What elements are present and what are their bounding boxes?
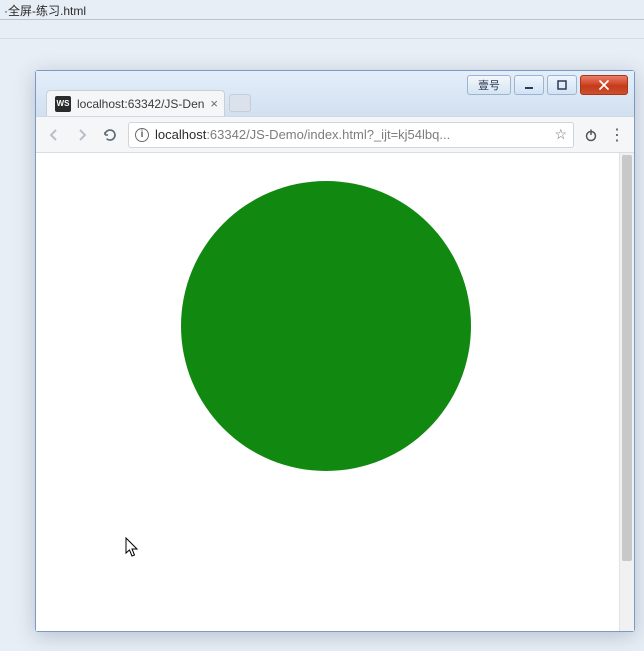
browser-viewport [36,153,634,631]
tab-title: localhost:63342/JS-Den [77,97,204,111]
maximize-button[interactable] [547,75,577,95]
titlebar-extra-button[interactable]: 壹号 [467,75,511,95]
address-bar[interactable]: i localhost:63342/JS-Demo/index.html?_ij… [128,122,574,148]
window-controls: 壹号 [467,75,628,95]
url-host: localhost [155,127,206,142]
bookmark-star-icon[interactable]: ☆ [554,126,567,143]
tab-strip: WS localhost:63342/JS-Den × [46,90,251,116]
desktop-file-label: ·全屏-练习.html [0,2,90,19]
maximize-icon [557,80,567,90]
browser-toolbar: i localhost:63342/JS-Demo/index.html?_ij… [36,117,634,153]
close-icon [598,80,610,90]
page-content [36,153,619,631]
browser-menu-button[interactable]: ⋮ [608,126,626,144]
green-circle [181,181,471,471]
close-button[interactable] [580,75,628,95]
browser-tab[interactable]: WS localhost:63342/JS-Den × [46,90,225,116]
ublock-power-icon[interactable] [582,126,600,144]
url-text: localhost:63342/JS-Demo/index.html?_ijt=… [155,127,548,142]
reload-button[interactable] [100,125,120,145]
minimize-icon [524,80,534,90]
new-tab-button[interactable] [229,94,251,112]
panel-divider-2 [0,38,644,39]
arrow-left-icon [46,127,62,143]
power-icon [584,128,598,142]
arrow-right-icon [74,127,90,143]
scrollbar-thumb[interactable] [622,155,632,561]
reload-icon [102,127,118,143]
browser-window: 壹号 WS localhost:63342/JS-Den × [35,70,635,632]
panel-divider [0,19,644,20]
window-titlebar: 壹号 WS localhost:63342/JS-Den × [36,71,634,117]
tab-close-icon[interactable]: × [210,97,218,110]
forward-button[interactable] [72,125,92,145]
back-button[interactable] [44,125,64,145]
url-path: :63342/JS-Demo/index.html?_ijt=kj54lbq..… [206,127,450,142]
site-info-icon[interactable]: i [135,128,149,142]
tab-favicon: WS [55,96,71,112]
vertical-scrollbar[interactable] [619,153,634,631]
minimize-button[interactable] [514,75,544,95]
